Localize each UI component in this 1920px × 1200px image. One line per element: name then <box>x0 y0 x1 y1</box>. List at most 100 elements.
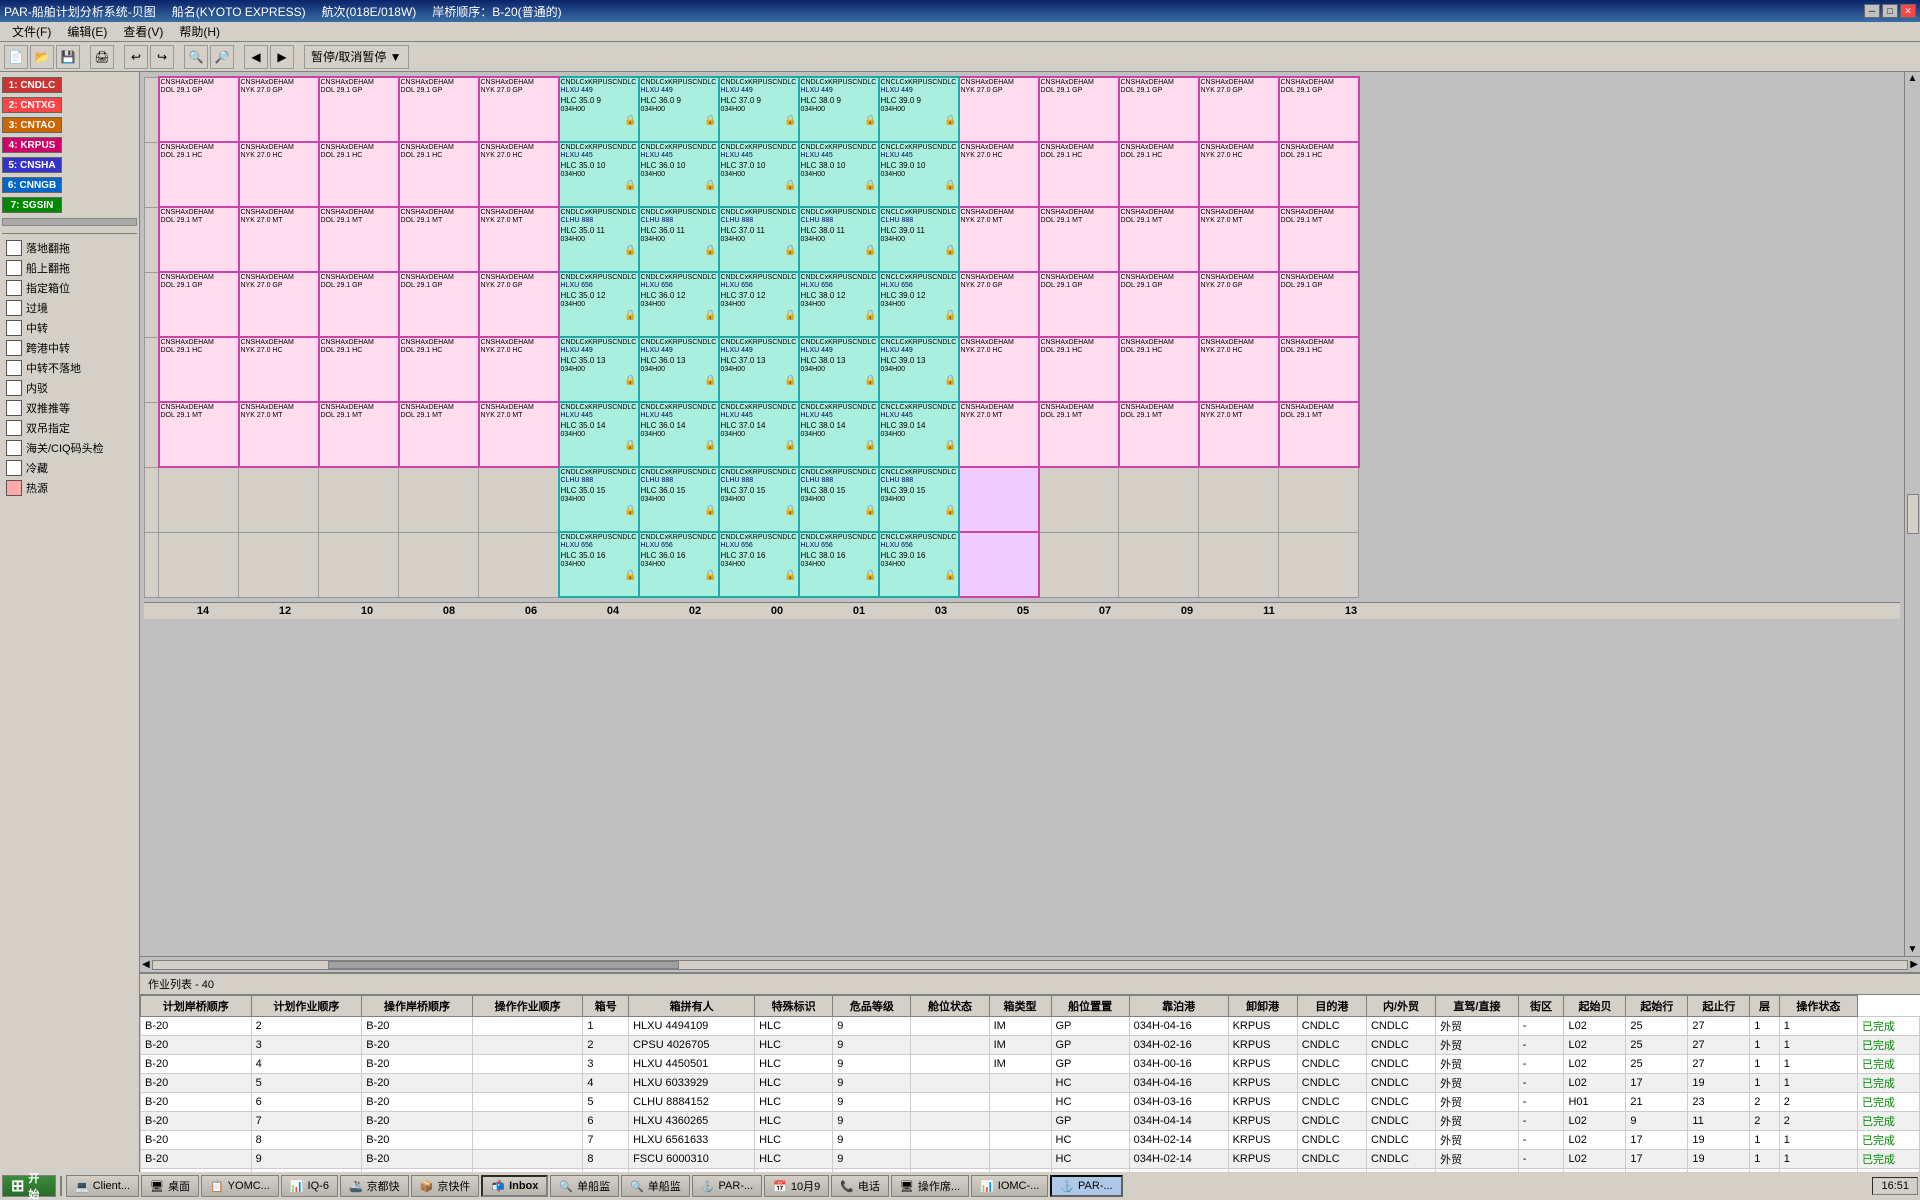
bay-cell[interactable]: CNSHAxDEHAMDOL 29.1 GP <box>159 272 239 337</box>
zoom-in-button[interactable]: 🔍 <box>184 45 208 69</box>
chk-lencan[interactable]: 冷藏 <box>2 459 137 477</box>
bay-cell[interactable] <box>959 532 1039 597</box>
legend-item-3[interactable]: 3: CNTAO <box>2 117 137 133</box>
taskbar-jingkuai[interactable]: 📦 京快件 <box>411 1175 480 1197</box>
taskbar-danchuanjian1[interactable]: 🔍 单船监 <box>550 1175 619 1197</box>
right-arrow-button[interactable]: ▶ <box>270 45 294 69</box>
bay-cell[interactable]: CNSHAxDEHAMDOL 29.1 HC <box>1119 142 1199 207</box>
bay-cell[interactable]: CNSHAxDEHAMNYK 27.0 HC <box>1199 337 1279 402</box>
bay-cell[interactable]: CNDLCxKRPUSCNDLCCLHU 888HLC 37.0 11034H0… <box>719 207 799 272</box>
bay-cell[interactable]: CNSHAxDEHAMDOL 29.1 HC <box>319 337 399 402</box>
bay-cell[interactable]: CNSHAxDEHAMNYK 27.0 GP <box>959 272 1039 337</box>
bay-cell[interactable]: CNDLCxKRPUSCNDLCHLXU 445HLC 38.0 14034H0… <box>799 402 879 467</box>
bay-cell[interactable]: CNDLCxKRPUSCNDLCHLXU 656HLC 36.0 12034H0… <box>639 272 719 337</box>
bay-cell[interactable] <box>319 467 399 532</box>
legend-item-1[interactable]: 1: CNDLC <box>2 77 137 93</box>
bay-cell[interactable]: CNDLCxKRPUSCNDLCHLXU 656HLC 37.0 12034H0… <box>719 272 799 337</box>
menu-view[interactable]: 查看(V) <box>115 21 171 42</box>
chk-guojing[interactable]: 过境 <box>2 299 137 317</box>
bay-cell[interactable]: CNDLCxKRPUSCNDLCHLXU 445HLC 37.0 10034H0… <box>719 142 799 207</box>
left-arrow-button[interactable]: ◀ <box>244 45 268 69</box>
bay-cell[interactable] <box>479 532 559 597</box>
print-button[interactable]: 🖨 <box>90 45 114 69</box>
bay-cell[interactable]: CNDLCxKRPUSCNDLCHLXU 656HLC 36.0 16034H0… <box>639 532 719 597</box>
bay-cell[interactable]: CNSHAxDEHAMDOL 29.1 GP <box>1119 77 1199 142</box>
taskbar-client[interactable]: 💻 Client... <box>66 1175 139 1197</box>
bay-cell[interactable]: CNSHAxDEHAMNYK 27.0 MT <box>479 402 559 467</box>
bay-cell[interactable]: CNDLCxKRPUSCNDLCHLXU 656HLC 35.0 16034H0… <box>559 532 639 597</box>
bay-cell[interactable] <box>1279 532 1359 597</box>
bay-cell[interactable]: CNDLCxKRPUSCNDLCHLXU 656HLC 35.0 12034H0… <box>559 272 639 337</box>
chk-haiguan[interactable]: 海关/CIQ码头检 <box>2 439 137 457</box>
taskbar-jingdu[interactable]: 🚢 京都快 <box>340 1175 409 1197</box>
table-row[interactable]: B-209B-208FSCU 6000310HLC9HC034H-02-14KR… <box>141 1150 1920 1169</box>
bay-cell[interactable]: CNCLCxKRPUSCNDLCCLHU 888HLC 39.0 11034H0… <box>879 207 959 272</box>
bay-cell[interactable]: CNSHAxDEHAMNYK 27.0 GP <box>1199 272 1279 337</box>
bay-cell[interactable]: CNSHAxDEHAMNYK 27.0 GP <box>1199 77 1279 142</box>
bay-cell[interactable]: CNDLCxKRPUSCNDLCHLXU 445HLC 35.0 14034H0… <box>559 402 639 467</box>
bay-cell[interactable]: CNSHAxDEHAMDOL 29.1 MT <box>159 207 239 272</box>
bay-cell[interactable]: CNSHAxDEHAMNYK 27.0 MT <box>1199 207 1279 272</box>
bay-cell[interactable]: CNDLCxKRPUSCNDLCHLXU 449HLC 38.0 13034H0… <box>799 337 879 402</box>
bay-cell[interactable]: CNDLCxKRPUSCNDLCCLHU 888HLC 36.0 15034H0… <box>639 467 719 532</box>
bay-cell[interactable]: CNDLCxKRPUSCNDLCHLXU 449HLC 35.0 13034H0… <box>559 337 639 402</box>
bay-cell[interactable]: CNCLCxKRPUSCNDLCHLXU 449HLC 39.0 13034H0… <box>879 337 959 402</box>
hscroll-right[interactable]: ▶ <box>1910 959 1918 970</box>
chk-shuangtuizhiding[interactable]: 双吊指定 <box>2 419 137 437</box>
table-row[interactable]: B-204B-203HLXU 4450501HLC9IMGP034H-00-16… <box>141 1055 1920 1074</box>
taskbar-phone[interactable]: 📞 电话 <box>831 1175 889 1197</box>
bay-cell[interactable] <box>959 467 1039 532</box>
bay-cell[interactable]: CNSHAxDEHAMDOL 29.1 MT <box>319 402 399 467</box>
taskbar-danchuanjian2[interactable]: 🔍 单船监 <box>621 1175 690 1197</box>
bay-cell[interactable]: CNSHAxDEHAMNYK 27.0 MT <box>1199 402 1279 467</box>
bay-cell[interactable]: CNSHAxDEHAMDOL 29.1 GP <box>1279 272 1359 337</box>
bay-cell[interactable]: CNSHAxDEHAMNYK 27.0 GP <box>239 77 319 142</box>
chk-zhongzhuan[interactable]: 中转 <box>2 319 137 337</box>
suspend-button[interactable]: 暂停/取消暂停 ▼ <box>304 45 409 69</box>
table-row[interactable]: B-205B-204HLXU 6033929HLC9HC034H-04-16KR… <box>141 1074 1920 1093</box>
bay-cell[interactable]: CNSHAxDEHAMDOL 29.1 GP <box>399 272 479 337</box>
bay-cell[interactable]: CNSHAxDEHAMDOL 29.1 HC <box>159 337 239 402</box>
menu-edit[interactable]: 编辑(E) <box>59 21 115 42</box>
bay-cell[interactable]: CNDLCxKRPUSCNDLCHLXU 445HLC 38.0 10034H0… <box>799 142 879 207</box>
menu-help[interactable]: 帮助(H) <box>171 21 228 42</box>
bay-cell[interactable]: CNDLCxKRPUSCNDLCCLHU 888HLC 35.0 15034H0… <box>559 467 639 532</box>
bay-cell[interactable] <box>159 467 239 532</box>
bay-cell[interactable]: CNSHAxDEHAMDOL 29.1 MT <box>159 402 239 467</box>
taskbar-inbox[interactable]: 📬 Inbox <box>481 1175 548 1197</box>
bay-cell[interactable] <box>319 532 399 597</box>
bay-cell[interactable]: CNCLCxKRPUSCNDLCHLXU 445HLC 39.0 10034H0… <box>879 142 959 207</box>
hscroll-thumb[interactable] <box>328 961 679 969</box>
bay-cell[interactable]: CNSHAxDEHAMDOL 29.1 MT <box>1039 207 1119 272</box>
table-row[interactable]: B-208B-207HLXU 6561633HLC9HC034H-02-14KR… <box>141 1131 1920 1150</box>
zoom-out-button[interactable]: 🔎 <box>210 45 234 69</box>
bay-cell[interactable]: CNCLCxKRPUSCNDLCHLXU 656HLC 39.0 16034H0… <box>879 532 959 597</box>
bay-scroll-area[interactable]: CNSHAxDEHAMDOL 29.1 GPCNSHAxDEHAMNYK 27.… <box>140 72 1904 956</box>
bay-cell[interactable]: CNSHAxDEHAMNYK 27.0 GP <box>959 77 1039 142</box>
bay-cell[interactable]: CNSHAxDEHAMDOL 29.1 MT <box>1039 402 1119 467</box>
bay-cell[interactable]: CNSHAxDEHAMDOL 29.1 MT <box>319 207 399 272</box>
bay-cell[interactable]: CNDLCxKRPUSCNDLCHLXU 445HLC 35.0 10034H0… <box>559 142 639 207</box>
bay-cell[interactable] <box>1119 532 1199 597</box>
bay-cell[interactable]: CNDLCxKRPUSCNDLCHLXU 656HLC 38.0 16034H0… <box>799 532 879 597</box>
bay-cell[interactable]: CNSHAxDEHAMNYK 27.0 GP <box>479 77 559 142</box>
maximize-button[interactable]: □ <box>1882 4 1898 18</box>
taskbar-par1[interactable]: ⚓ PAR-... <box>692 1175 762 1197</box>
bay-cell[interactable]: CNDLCxKRPUSCNDLCHLXU 449HLC 38.0 9034H00… <box>799 77 879 142</box>
taskbar-caozuoxi[interactable]: 🖥 操作席... <box>891 1175 969 1197</box>
bay-cell[interactable]: CNDLCxKRPUSCNDLCCLHU 888HLC 38.0 15034H0… <box>799 467 879 532</box>
bay-cell[interactable]: CNSHAxDEHAMDOL 29.1 MT <box>1119 402 1199 467</box>
bay-cell[interactable]: CNCLCxKRPUSCNDLCHLXU 656HLC 39.0 12034H0… <box>879 272 959 337</box>
bay-cell[interactable]: CNDLCxKRPUSCNDLCHLXU 449HLC 37.0 13034H0… <box>719 337 799 402</box>
bay-cell[interactable] <box>1279 467 1359 532</box>
vscroll-thumb[interactable] <box>1907 494 1919 534</box>
bay-cell[interactable]: CNCLCxKRPUSCNDLCHLXU 449HLC 39.0 9034H00… <box>879 77 959 142</box>
taskbar-yomc[interactable]: 📋 YOMC... <box>201 1175 279 1197</box>
bay-cell[interactable]: CNSHAxDEHAMNYK 27.0 MT <box>479 207 559 272</box>
bay-cell[interactable]: CNSHAxDEHAMDOL 29.1 HC <box>399 337 479 402</box>
bay-cell[interactable] <box>239 467 319 532</box>
bay-cell[interactable]: CNDLCxKRPUSCNDLCHLXU 656HLC 37.0 16034H0… <box>719 532 799 597</box>
bay-cell[interactable]: CNCLCxKRPUSCNDLCCLHU 888HLC 39.0 15034H0… <box>879 467 959 532</box>
save-button[interactable]: 💾 <box>56 45 80 69</box>
chk-shuangtuifangtui[interactable]: 双推推等 <box>2 399 137 417</box>
